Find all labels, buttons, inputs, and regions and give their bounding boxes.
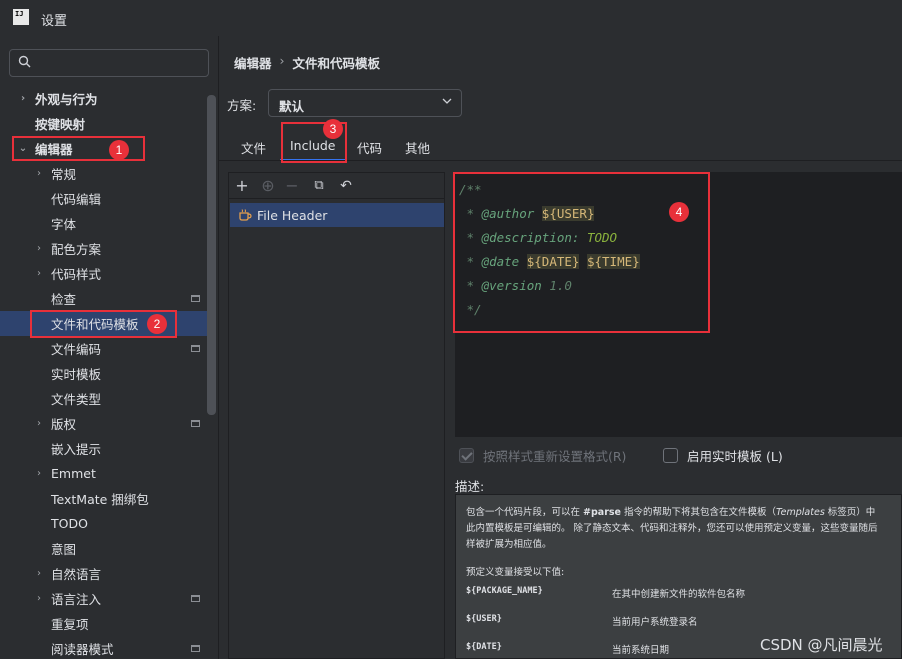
search-box[interactable] [9,49,209,77]
title-bar: IJ 设置 [0,0,902,36]
breadcrumb-separator: › [279,53,285,68]
tree-item-natural-languages[interactable]: › 自然语言 [0,561,216,586]
java-file-icon [239,209,252,221]
remove-icon[interactable]: − [284,178,300,194]
settings-sidebar: › 外观与行为 按键映射 ⌄ 编辑器 › 常规 代码编辑 字体 › 配色方案 ›… [0,36,218,659]
list-item-file-header[interactable]: File Header [230,203,444,227]
tree-item-font[interactable]: 字体 [0,211,216,236]
watermark: CSDN @凡间晨光 [760,636,883,654]
annotation-number-3: 3 [323,119,343,139]
chevron-right-icon[interactable]: › [33,468,45,480]
annotation-number-2: 2 [147,314,167,334]
tree-item-file-types[interactable]: 文件类型 [0,386,216,411]
live-template-option[interactable]: 启用实时模板 (L) [663,446,783,465]
breadcrumb-parent[interactable]: 编辑器 [234,53,272,72]
chevron-right-icon[interactable]: › [33,418,45,430]
add-child-icon[interactable]: ⊕ [260,178,276,194]
scheme-dropdown[interactable]: 默认 [268,89,462,117]
variable-row: ${PACKAGE_NAME} 在其中创建新文件的软件包名称 [466,586,746,600]
tab-other[interactable]: 其他 [405,138,430,157]
scheme-value: 默认 [279,99,305,114]
description-text: 包含一个代码片段，可以在 #parse 指令的帮助下将其包含在文件模板（Temp… [466,507,878,578]
variable-row: ${USER} 当前用户系统登录名 [466,614,698,628]
app-logo-icon: IJ [13,9,29,25]
tab-code[interactable]: 代码 [357,138,382,157]
breadcrumb-current: 文件和代码模板 [292,56,381,71]
tree-item-inspections[interactable]: 检查 [0,286,216,311]
tree-item-textmate[interactable]: TextMate 捆绑包 [0,486,216,511]
list-toolbar: + ⊕ − ⧉ ↶ [229,173,444,199]
tree-item-code-style[interactable]: › 代码样式 [0,261,216,286]
description-label: 描述: [455,479,485,494]
chevron-right-icon[interactable]: › [17,93,29,105]
annotation-number-1: 1 [109,140,129,160]
reformat-option: 按照样式重新设置格式(R) [459,446,626,465]
tree-item-language-injections[interactable]: › 语言注入 [0,586,216,611]
list-item-label: File Header [257,208,328,223]
live-template-checkbox[interactable] [663,448,678,463]
tree-item-todo[interactable]: TODO [0,511,216,536]
tree-item-intentions[interactable]: 意图 [0,536,216,561]
tree-item-copyright[interactable]: › 版权 [0,411,216,436]
tree-item-code-editing[interactable]: 代码编辑 [0,186,216,211]
search-input[interactable] [40,53,200,73]
annotation-number-4: 4 [669,202,689,222]
live-template-label: 启用实时模板 (L) [687,449,783,464]
reformat-label: 按照样式重新设置格式(R) [483,449,627,464]
search-icon [18,55,31,68]
tree-item-file-encodings[interactable]: 文件编码 [0,336,216,361]
tree-item-duplicates[interactable]: 重复项 [0,611,216,636]
project-scope-icon [191,295,200,302]
breadcrumb: 编辑器 › 文件和代码模板 [234,53,380,72]
project-scope-icon [191,595,200,602]
sidebar-scrollbar[interactable] [207,95,216,415]
copy-icon[interactable]: ⧉ [311,178,327,194]
tree-item-emmet[interactable]: › Emmet [0,461,216,486]
panel-divider [218,36,219,659]
tree-item-inlay-hints[interactable]: 嵌入提示 [0,436,216,461]
tree-item-live-templates[interactable]: 实时模板 [0,361,216,386]
window-title: 设置 [41,14,68,29]
chevron-right-icon[interactable]: › [33,168,45,180]
chevron-right-icon[interactable]: › [33,568,45,580]
tree-item-appearance[interactable]: › 外观与行为 [0,86,216,111]
chevron-right-icon[interactable]: › [33,593,45,605]
template-list-panel: + ⊕ − ⧉ ↶ File Header [228,172,445,659]
chevron-right-icon[interactable]: › [33,243,45,255]
chevron-down-icon [442,98,452,104]
reformat-checkbox [459,448,474,463]
chevron-right-icon[interactable]: › [33,268,45,280]
project-scope-icon [191,645,200,652]
project-scope-icon [191,420,200,427]
scheme-label: 方案: [227,98,257,113]
project-scope-icon [191,345,200,352]
tree-item-general[interactable]: › 常规 [0,161,216,186]
tab-files[interactable]: 文件 [241,138,266,157]
tree-item-color-scheme[interactable]: › 配色方案 [0,236,216,261]
reset-icon[interactable]: ↶ [338,178,354,194]
tree-item-keymap[interactable]: 按键映射 [0,111,216,136]
annotation-box-editor-content [453,172,710,333]
add-icon[interactable]: + [234,178,250,194]
tree-item-reader-mode[interactable]: 阅读器模式 [0,636,216,659]
